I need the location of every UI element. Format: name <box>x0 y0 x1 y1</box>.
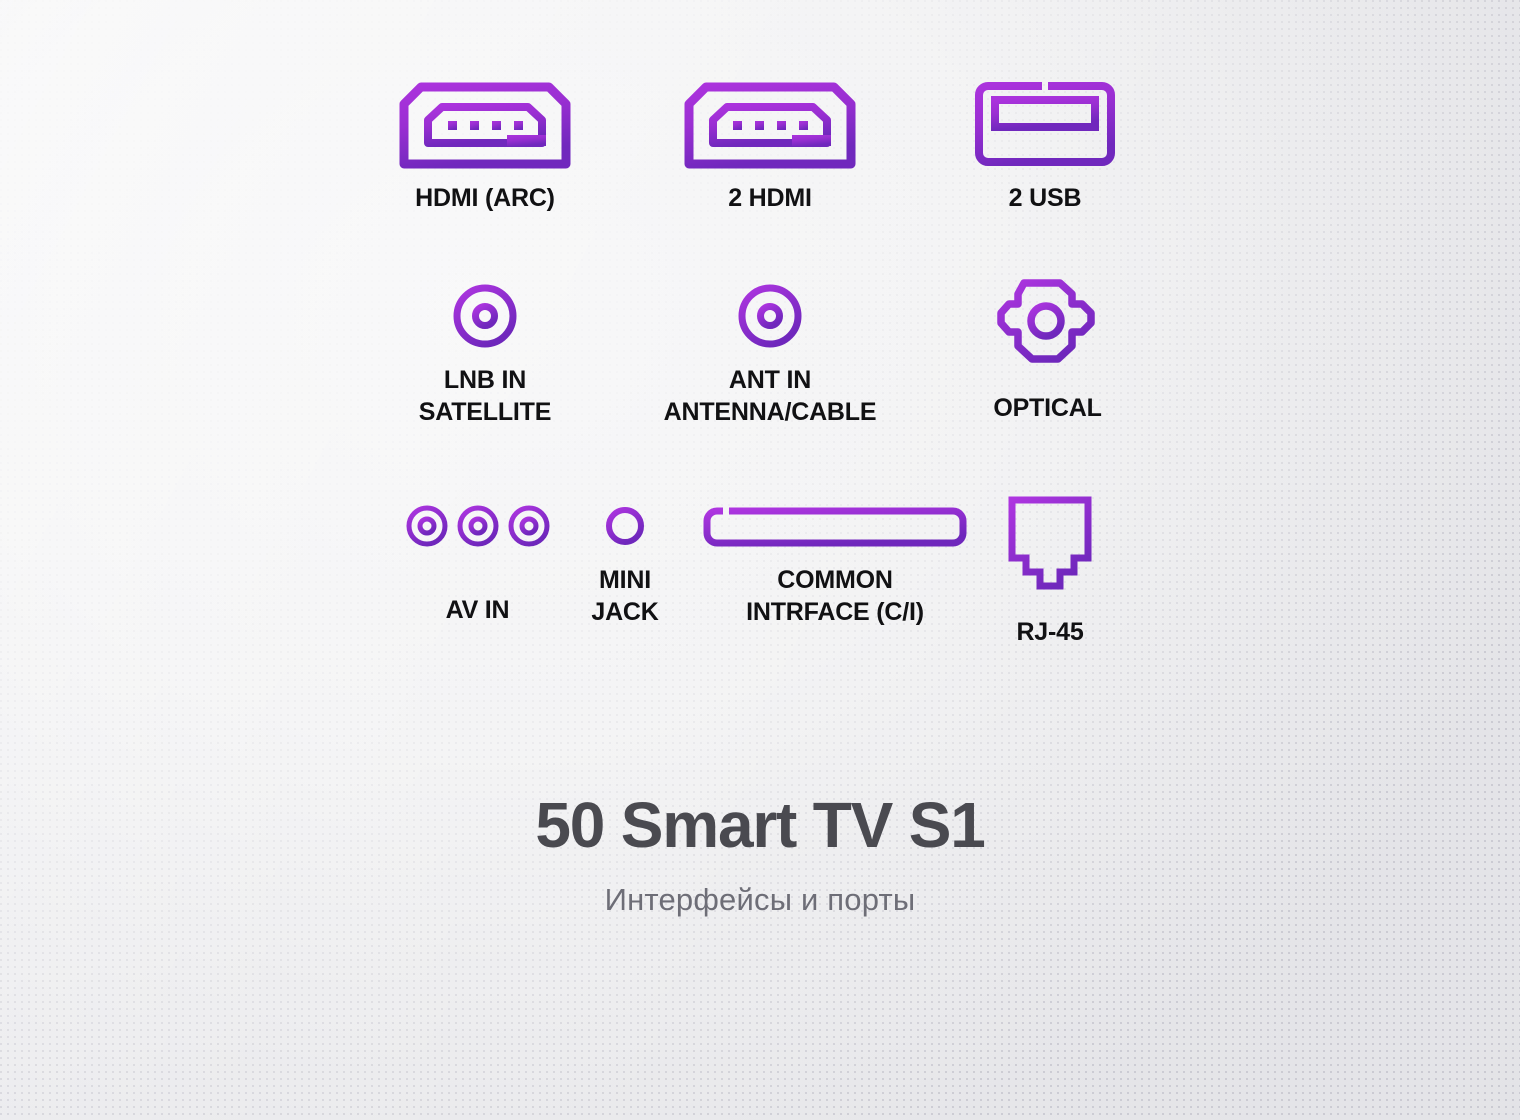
port-label: 2 USB <box>1008 184 1082 212</box>
infographic-canvas: HDMI (ARC) 2 HDMI 2 USB LNB IN SATELLITE… <box>0 0 1520 1120</box>
coaxial-port-icon <box>453 284 517 348</box>
port-group-ant-in: ANT IN ANTENNA/CABLE <box>620 280 920 428</box>
hdmi-port-icon <box>399 82 571 169</box>
hdmi-port-icon <box>684 82 856 169</box>
rca-av-port-icon <box>406 505 549 547</box>
coaxial-port-icon-box <box>734 280 806 352</box>
rca-av-port-icon-box <box>403 500 553 552</box>
hdmi-port-icon-box <box>395 78 575 170</box>
rj45-ethernet-port-icon <box>1008 496 1092 590</box>
mini-jack-port-icon <box>606 507 644 545</box>
ports-grid: HDMI (ARC) 2 HDMI 2 USB LNB IN SATELLITE… <box>0 0 1520 700</box>
port-label: COMMON INTRFACE (C/I) <box>746 566 924 626</box>
common-interface-slot-icon <box>703 507 967 547</box>
port-group-hdmi-arc: HDMI (ARC) <box>330 78 640 214</box>
port-label: AV IN <box>445 596 510 624</box>
mini-jack-port-icon-box <box>601 500 649 552</box>
optical-toslink-port-icon <box>996 279 1095 363</box>
port-group-lnb-in: LNB IN SATELLITE <box>335 280 635 428</box>
port-label: OPTICAL <box>993 394 1102 422</box>
port-label: MINI JACK <box>591 566 659 626</box>
hdmi-port-icon-box <box>680 78 860 170</box>
rj45-ethernet-port-icon-box <box>998 492 1102 596</box>
product-subtitle: Интерфейсы и порты <box>604 882 916 918</box>
port-group-hdmi-2: 2 HDMI <box>620 78 920 214</box>
usb-port-icon-box <box>969 78 1121 170</box>
port-label: ANT IN ANTENNA/CABLE <box>663 366 877 426</box>
port-label: 2 HDMI <box>728 184 812 212</box>
port-group-rj45: RJ-45 <box>960 492 1140 648</box>
footer-titles: 50 Smart TV S1 Интерфейсы и порты <box>0 790 1520 918</box>
port-label: LNB IN SATELLITE <box>418 366 552 426</box>
port-label: RJ-45 <box>1016 618 1084 646</box>
common-interface-slot-icon-box <box>699 500 971 552</box>
port-group-optical: OPTICAL <box>905 276 1190 424</box>
usb-port-icon <box>975 82 1115 166</box>
optical-toslink-port-icon-box <box>996 276 1100 368</box>
port-group-common-interface: COMMON INTRFACE (C/I) <box>680 500 990 628</box>
port-label: HDMI (ARC) <box>415 184 555 212</box>
port-group-usb: 2 USB <box>900 78 1190 214</box>
coaxial-port-icon-box <box>449 280 521 352</box>
coaxial-port-icon <box>738 284 802 348</box>
product-title: 50 Smart TV S1 <box>535 789 985 861</box>
